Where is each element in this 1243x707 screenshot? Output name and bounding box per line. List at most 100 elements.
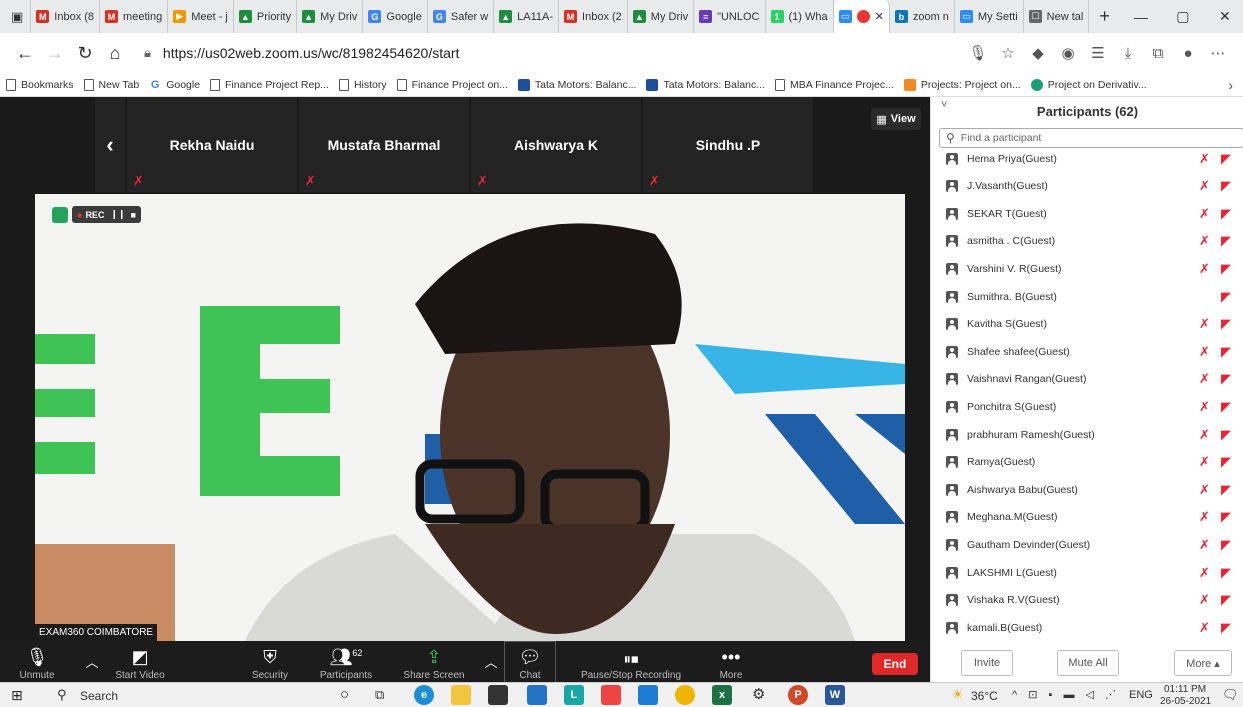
browser-tab[interactable]: Mmeeting: [100, 0, 169, 33]
menu-icon[interactable]: ⋯: [1203, 44, 1233, 62]
chrome-icon[interactable]: [675, 685, 695, 705]
more-options-button[interactable]: More ▴: [1174, 650, 1232, 676]
participant-row[interactable]: Sumithra. B(Guest) ◤: [931, 283, 1243, 310]
mute-all-button[interactable]: Mute All: [1057, 650, 1119, 676]
clock-date[interactable]: 26-05-2021: [1160, 696, 1211, 707]
browser-tab[interactable]: M Inbox (8: [31, 0, 101, 33]
browser-tab[interactable]: G Safer w: [428, 0, 495, 33]
bookmark-item[interactable]: Finance Project on...: [396, 78, 508, 91]
browser-tab[interactable]: ▲ LA11A-: [494, 0, 560, 33]
bookmark-item[interactable]: Project on Derivativ...: [1030, 78, 1147, 91]
outlook-icon[interactable]: [638, 685, 658, 705]
participant-row[interactable]: SEKAR T(Guest) ✗ ◤: [931, 200, 1243, 227]
clock-time[interactable]: 01:11 PM: [1164, 684, 1206, 695]
language-label[interactable]: ENG: [1129, 689, 1153, 701]
app-icon[interactable]: [527, 685, 547, 705]
file-explorer-icon[interactable]: [451, 685, 471, 705]
participant-row[interactable]: LAKSHMI L(Guest) ✗ ◤: [931, 559, 1243, 586]
security-button[interactable]: ⛨ Security: [245, 641, 295, 682]
extension2-icon[interactable]: ◉: [1053, 44, 1083, 62]
browser-tab[interactable]: ▲ My Driv: [297, 0, 364, 33]
cortana-icon[interactable]: ○: [340, 686, 349, 703]
browser-tab[interactable]: ≡ "UNLOC: [694, 0, 766, 33]
task-view-icon[interactable]: ⧉: [375, 687, 384, 703]
participant-thumbnail[interactable]: Mustafa Bharmal ✗: [299, 97, 469, 192]
browser-tab[interactable]: ☐ New tal: [1024, 0, 1090, 33]
participant-row[interactable]: Varshini V. R(Guest) ✗ ◤: [931, 255, 1243, 282]
participant-row[interactable]: Vaishnavi Rangan(Guest) ✗ ◤: [931, 366, 1243, 393]
end-meeting-button[interactable]: End: [872, 653, 918, 675]
start-video-button[interactable]: ◩ Start Video: [110, 641, 170, 682]
share-options-button[interactable]: ︿: [483, 641, 499, 682]
temperature-label[interactable]: 36°C: [971, 689, 998, 703]
bookmark-item[interactable]: Projects: Project on...: [903, 78, 1021, 91]
browser-tab[interactable]: ▲ My Driv: [628, 0, 695, 33]
view-button[interactable]: ▦ View: [871, 108, 921, 130]
tab-actions-button[interactable]: ▣: [4, 0, 32, 33]
participant-row[interactable]: asmitha . C(Guest) ✗ ◤: [931, 228, 1243, 255]
participant-row[interactable]: Meghana.M(Guest) ✗ ◤: [931, 504, 1243, 531]
close-tab-icon[interactable]: ✕: [875, 10, 884, 23]
downloads-icon[interactable]: ⤓: [1113, 45, 1143, 62]
search-icon[interactable]: ⚲: [57, 687, 67, 703]
participant-row[interactable]: Vishaka R.V(Guest) ✗ ◤: [931, 587, 1243, 614]
teams-l-icon[interactable]: L: [564, 685, 584, 705]
participant-thumbnail[interactable]: Rekha Naidu ✗: [127, 97, 297, 192]
word-icon[interactable]: W: [825, 685, 845, 705]
browser-tab[interactable]: 1 (1) Wha: [766, 0, 834, 33]
add-favorite-icon[interactable]: ☆: [993, 44, 1023, 62]
participant-row[interactable]: prabhuram Ramesh(Guest) ✗ ◤: [931, 421, 1243, 448]
system-tray-icons[interactable]: ^ ⊡ ▪ ▬ ◁ ⋰: [1012, 688, 1120, 701]
more-button[interactable]: ••• More: [706, 641, 756, 682]
audio-options-button[interactable]: ︿: [82, 641, 102, 682]
participant-thumbnail[interactable]: Sindhu .P ✗: [643, 97, 813, 192]
participant-row[interactable]: Gautham Devinder(Guest) ✗ ◤: [931, 531, 1243, 558]
bookmark-item[interactable]: Bookmarks: [6, 78, 74, 91]
browser-tab[interactable]: M Inbox (2: [559, 0, 628, 33]
bookmark-item[interactable]: Tata Motors: Balanc...: [646, 78, 765, 91]
browser-tab[interactable]: ▲ Priority: [234, 0, 298, 33]
notification-icon[interactable]: 🗨︎: [1222, 687, 1239, 703]
excel-icon[interactable]: x: [712, 685, 732, 705]
browser-tab[interactable]: b zoom n: [890, 0, 955, 33]
chat-button[interactable]: 💬︎ Chat: [504, 641, 556, 682]
back-icon[interactable]: ←: [10, 43, 40, 64]
restore-button[interactable]: ▢: [1162, 0, 1204, 33]
pause-icon[interactable]: ❙❙: [110, 209, 125, 220]
weather-icon[interactable]: ☀: [952, 687, 964, 703]
settings-icon[interactable]: ⚙: [752, 685, 765, 703]
windows-start-icon[interactable]: ⊞: [11, 687, 23, 704]
home-icon[interactable]: ⌂: [100, 43, 130, 64]
extension-icon[interactable]: ◆: [1023, 44, 1053, 62]
prev-page-button[interactable]: ‹: [95, 97, 125, 192]
profile-icon[interactable]: ●: [1173, 45, 1203, 62]
bookmark-item[interactable]: MBA Finance Projec...: [775, 78, 894, 91]
participant-row[interactable]: kamali.B(Guest) ✗ ◤: [931, 614, 1243, 641]
browser-tab[interactable]: G Google: [363, 0, 428, 33]
url-input[interactable]: https://us02web.zoom.us/wc/81982454620/s…: [163, 45, 963, 61]
close-window-button[interactable]: ✕: [1204, 0, 1243, 33]
share-screen-button[interactable]: ⇪ Share Screen: [402, 641, 466, 682]
participant-row[interactable]: Hema Priya(Guest) ✗ ◤: [931, 145, 1243, 172]
favorites-icon[interactable]: ☰: [1083, 44, 1113, 62]
new-tab-button[interactable]: +: [1089, 0, 1120, 33]
browser-tab[interactable]: ▶ Meet - j: [168, 0, 234, 33]
taskbar-search[interactable]: Search: [80, 689, 118, 703]
participant-thumbnail[interactable]: Aishwarya K ✗: [471, 97, 641, 192]
participant-row[interactable]: Aishwarya Babu(Guest) ✗ ◤: [931, 476, 1243, 503]
office-icon[interactable]: [601, 685, 621, 705]
bookmark-item[interactable]: Tata Motors: Balanc...: [517, 78, 636, 91]
mic-permission-icon[interactable]: 🎙︎: [963, 44, 993, 62]
minimize-button[interactable]: —: [1120, 0, 1162, 33]
bookmark-item[interactable]: G Google: [149, 78, 200, 91]
participant-row[interactable]: Ramya(Guest) ✗ ◤: [931, 449, 1243, 476]
store-icon[interactable]: [488, 685, 508, 705]
chevron-right-icon[interactable]: ›: [1228, 77, 1233, 93]
powerpoint-icon[interactable]: P: [788, 685, 808, 705]
invite-button[interactable]: Invite: [961, 650, 1013, 676]
stop-icon[interactable]: ■: [131, 210, 136, 220]
participant-row[interactable]: J.Vasanth(Guest) ✗ ◤: [931, 173, 1243, 200]
participant-row[interactable]: Kavitha S(Guest) ✗ ◤: [931, 311, 1243, 338]
collections-icon[interactable]: ⧉: [1143, 45, 1173, 62]
recording-button[interactable]: ⏸︎⏹︎ Pause/Stop Recording: [576, 641, 686, 682]
